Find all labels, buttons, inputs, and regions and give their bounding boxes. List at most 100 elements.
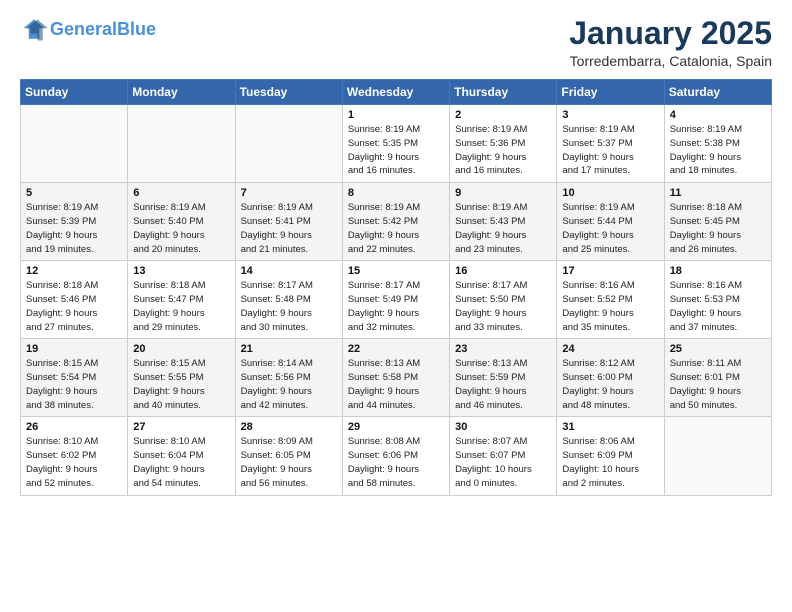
calendar-cell: 6 Sunrise: 8:19 AMSunset: 5:40 PMDaylight…	[128, 183, 235, 261]
calendar-cell: 12Sunrise: 8:18 AMSunset: 5:46 PMDayligh…	[21, 261, 128, 339]
day-info: Sunrise: 8:14 AMSunset: 5:56 PMDaylight:…	[241, 357, 337, 412]
day-info: Sunrise: 8:19 AMSunset: 5:36 PMDaylight:…	[455, 123, 551, 178]
day-number: 22	[348, 343, 444, 355]
day-number: 17	[562, 265, 658, 277]
calendar-cell: 14 Sunrise: 8:17 AMSunset: 5:48 PMDayligh…	[235, 261, 342, 339]
calendar-week-2: 5 Sunrise: 8:19 AMSunset: 5:39 PMDaylight…	[21, 183, 772, 261]
calendar-cell: 25Sunrise: 8:11 AMSunset: 6:01 PMDayligh…	[664, 339, 771, 417]
day-number: 10	[562, 187, 658, 199]
calendar-cell: 5 Sunrise: 8:19 AMSunset: 5:39 PMDaylight…	[21, 183, 128, 261]
day-info: Sunrise: 8:09 AMSunset: 6:05 PMDaylight:…	[241, 435, 337, 490]
calendar-cell: 11 Sunrise: 8:18 AMSunset: 5:45 PMDayligh…	[664, 183, 771, 261]
day-number: 14	[241, 265, 337, 277]
calendar-week-3: 12Sunrise: 8:18 AMSunset: 5:46 PMDayligh…	[21, 261, 772, 339]
calendar-cell	[128, 105, 235, 183]
calendar-cell: 27 Sunrise: 8:10 AMSunset: 6:04 PMDayligh…	[128, 417, 235, 495]
header: GeneralBlue January 2025 Torredembarra, …	[20, 16, 772, 69]
calendar-cell: 17 Sunrise: 8:16 AMSunset: 5:52 PMDayligh…	[557, 261, 664, 339]
day-number: 11	[670, 187, 766, 199]
calendar: SundayMondayTuesdayWednesdayThursdayFrid…	[20, 79, 772, 495]
day-info: Sunrise: 8:19 AMSunset: 5:37 PMDaylight:…	[562, 123, 658, 178]
calendar-cell	[664, 417, 771, 495]
day-number: 16	[455, 265, 551, 277]
month-title: January 2025	[569, 16, 772, 51]
day-number: 4	[670, 109, 766, 121]
day-info: Sunrise: 8:10 AMSunset: 6:04 PMDaylight:…	[133, 435, 229, 490]
calendar-cell: 2Sunrise: 8:19 AMSunset: 5:36 PMDaylight…	[450, 105, 557, 183]
day-number: 28	[241, 421, 337, 433]
day-info: Sunrise: 8:19 AMSunset: 5:35 PMDaylight:…	[348, 123, 444, 178]
day-number: 24	[562, 343, 658, 355]
day-info: Sunrise: 8:19 AMSunset: 5:39 PMDaylight:…	[26, 201, 122, 256]
calendar-week-1: 1Sunrise: 8:19 AMSunset: 5:35 PMDaylight…	[21, 105, 772, 183]
logo-line1: General	[50, 19, 117, 39]
day-number: 29	[348, 421, 444, 433]
day-number: 18	[670, 265, 766, 277]
day-number: 5	[26, 187, 122, 199]
day-info: Sunrise: 8:13 AMSunset: 5:59 PMDaylight:…	[455, 357, 551, 412]
day-info: Sunrise: 8:16 AMSunset: 5:52 PMDaylight:…	[562, 279, 658, 334]
calendar-cell: 9Sunrise: 8:19 AMSunset: 5:43 PMDaylight…	[450, 183, 557, 261]
calendar-cell: 16 Sunrise: 8:17 AMSunset: 5:50 PMDayligh…	[450, 261, 557, 339]
day-number: 23	[455, 343, 551, 355]
day-info: Sunrise: 8:19 AMSunset: 5:40 PMDaylight:…	[133, 201, 229, 256]
weekday-header-saturday: Saturday	[664, 80, 771, 105]
logo: GeneralBlue	[20, 16, 156, 44]
day-number: 6	[133, 187, 229, 199]
day-info: Sunrise: 8:17 AMSunset: 5:50 PMDaylight:…	[455, 279, 551, 334]
day-info: Sunrise: 8:19 AMSunset: 5:41 PMDaylight:…	[241, 201, 337, 256]
day-number: 12	[26, 265, 122, 277]
calendar-cell: 4 Sunrise: 8:19 AMSunset: 5:38 PMDaylight…	[664, 105, 771, 183]
weekday-header-tuesday: Tuesday	[235, 80, 342, 105]
day-info: Sunrise: 8:10 AMSunset: 6:02 PMDaylight:…	[26, 435, 122, 490]
day-number: 3	[562, 109, 658, 121]
weekday-header-monday: Monday	[128, 80, 235, 105]
day-number: 31	[562, 421, 658, 433]
title-block: January 2025 Torredembarra, Catalonia, S…	[569, 16, 772, 69]
day-number: 9	[455, 187, 551, 199]
calendar-header: SundayMondayTuesdayWednesdayThursdayFrid…	[21, 80, 772, 105]
calendar-cell: 10 Sunrise: 8:19 AMSunset: 5:44 PMDayligh…	[557, 183, 664, 261]
day-number: 7	[241, 187, 337, 199]
day-info: Sunrise: 8:16 AMSunset: 5:53 PMDaylight:…	[670, 279, 766, 334]
day-info: Sunrise: 8:07 AMSunset: 6:07 PMDaylight:…	[455, 435, 551, 490]
calendar-cell: 23 Sunrise: 8:13 AMSunset: 5:59 PMDayligh…	[450, 339, 557, 417]
day-info: Sunrise: 8:19 AMSunset: 5:44 PMDaylight:…	[562, 201, 658, 256]
day-number: 21	[241, 343, 337, 355]
page: GeneralBlue January 2025 Torredembarra, …	[0, 0, 792, 506]
day-info: Sunrise: 8:12 AMSunset: 6:00 PMDaylight:…	[562, 357, 658, 412]
logo-text: GeneralBlue	[50, 20, 156, 40]
calendar-body: 1Sunrise: 8:19 AMSunset: 5:35 PMDaylight…	[21, 105, 772, 495]
day-info: Sunrise: 8:13 AMSunset: 5:58 PMDaylight:…	[348, 357, 444, 412]
calendar-cell: 29Sunrise: 8:08 AMSunset: 6:06 PMDayligh…	[342, 417, 449, 495]
day-info: Sunrise: 8:15 AMSunset: 5:54 PMDaylight:…	[26, 357, 122, 412]
day-info: Sunrise: 8:15 AMSunset: 5:55 PMDaylight:…	[133, 357, 229, 412]
calendar-cell: 13 Sunrise: 8:18 AMSunset: 5:47 PMDayligh…	[128, 261, 235, 339]
day-info: Sunrise: 8:18 AMSunset: 5:45 PMDaylight:…	[670, 201, 766, 256]
calendar-cell: 3 Sunrise: 8:19 AMSunset: 5:37 PMDaylight…	[557, 105, 664, 183]
weekday-header-wednesday: Wednesday	[342, 80, 449, 105]
day-info: Sunrise: 8:17 AMSunset: 5:48 PMDaylight:…	[241, 279, 337, 334]
calendar-cell: 30 Sunrise: 8:07 AMSunset: 6:07 PMDayligh…	[450, 417, 557, 495]
day-number: 30	[455, 421, 551, 433]
day-info: Sunrise: 8:18 AMSunset: 5:47 PMDaylight:…	[133, 279, 229, 334]
calendar-cell: 21 Sunrise: 8:14 AMSunset: 5:56 PMDayligh…	[235, 339, 342, 417]
day-number: 13	[133, 265, 229, 277]
calendar-cell: 15 Sunrise: 8:17 AMSunset: 5:49 PMDayligh…	[342, 261, 449, 339]
day-number: 26	[26, 421, 122, 433]
weekday-header-thursday: Thursday	[450, 80, 557, 105]
day-number: 8	[348, 187, 444, 199]
day-info: Sunrise: 8:19 AMSunset: 5:38 PMDaylight:…	[670, 123, 766, 178]
day-number: 19	[26, 343, 122, 355]
weekday-row: SundayMondayTuesdayWednesdayThursdayFrid…	[21, 80, 772, 105]
calendar-cell: 19 Sunrise: 8:15 AMSunset: 5:54 PMDayligh…	[21, 339, 128, 417]
day-number: 27	[133, 421, 229, 433]
calendar-cell	[21, 105, 128, 183]
day-number: 15	[348, 265, 444, 277]
calendar-week-4: 19 Sunrise: 8:15 AMSunset: 5:54 PMDayligh…	[21, 339, 772, 417]
calendar-cell: 20Sunrise: 8:15 AMSunset: 5:55 PMDayligh…	[128, 339, 235, 417]
day-info: Sunrise: 8:17 AMSunset: 5:49 PMDaylight:…	[348, 279, 444, 334]
calendar-cell: 31Sunrise: 8:06 AMSunset: 6:09 PMDayligh…	[557, 417, 664, 495]
calendar-cell	[235, 105, 342, 183]
location: Torredembarra, Catalonia, Spain	[569, 53, 772, 69]
